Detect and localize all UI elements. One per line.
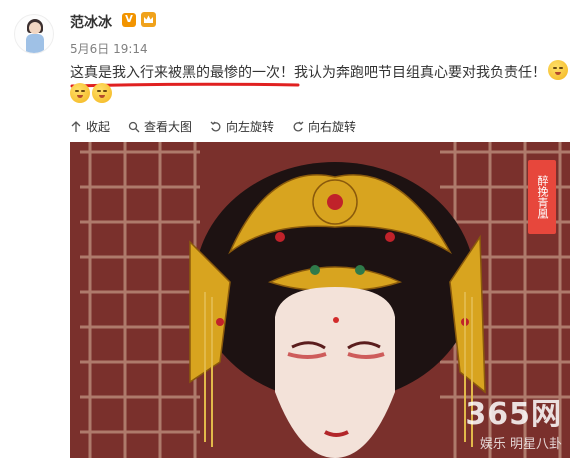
rotate-right-button[interactable]: 向右旋转 <box>292 118 356 135</box>
drama-title-seal: 醉挽青凰 <box>528 160 556 234</box>
rotate-left-icon <box>210 121 221 131</box>
view-large-label: 查看大图 <box>144 120 193 134</box>
magnifier-icon <box>128 121 140 132</box>
view-large-button[interactable]: 查看大图 <box>128 118 192 135</box>
rotate-right-icon <box>293 121 304 131</box>
member-crown-icon[interactable] <box>140 11 157 28</box>
post-text-highlighted: 这真是我入行来被黑的最惨的一次！ <box>70 65 294 81</box>
collapse-label: 收起 <box>86 120 111 134</box>
emoji-row <box>70 82 114 103</box>
avatar-face <box>29 22 41 34</box>
watermark-main: 365网 <box>465 397 562 432</box>
author-name[interactable]: 范冰冰 <box>70 12 112 32</box>
collapse-icon <box>71 120 81 132</box>
post-timestamp[interactable]: 5月6日 19:14 <box>70 40 148 57</box>
collapse-button[interactable]: 收起 <box>70 118 110 135</box>
post-text-rest: 我认为奔跑吧节目组真心要对我负责任！ <box>294 65 546 81</box>
post-photo[interactable]: 醉挽青凰 365网 娱乐 明星八卦 <box>70 142 570 458</box>
media-toolbar: 收起 查看大图 向左旋转 向右旋转 <box>70 118 356 135</box>
rotate-left-label: 向左旋转 <box>226 120 275 134</box>
watermark-sub: 娱乐 明星八卦 <box>479 437 562 452</box>
tearful-face-icon <box>548 60 568 80</box>
avatar-body <box>26 34 44 53</box>
tearful-face-icon <box>70 82 90 103</box>
rotate-right-label: 向右旋转 <box>308 120 357 134</box>
avatar[interactable] <box>14 14 54 54</box>
post-text: 这真是我入行来被黑的最惨的一次！我认为奔跑吧节目组真心要对我负责任！ <box>70 62 580 84</box>
rotate-left-button[interactable]: 向左旋转 <box>210 118 274 135</box>
site-watermark: 365网 娱乐 明星八卦 <box>465 389 562 452</box>
verified-badge-icon[interactable]: V <box>122 13 136 27</box>
tearful-face-icon <box>92 82 112 103</box>
